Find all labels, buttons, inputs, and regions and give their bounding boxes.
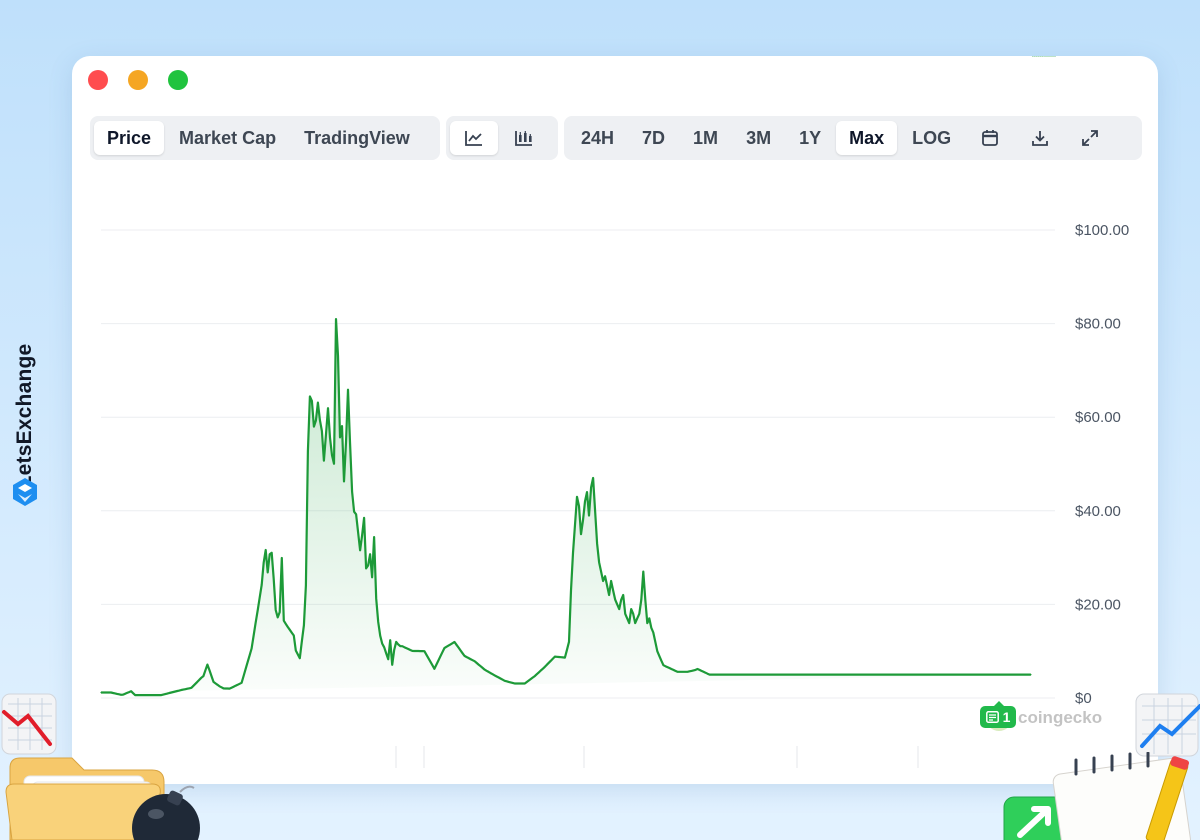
price-point [1046, 56, 1048, 57]
price-series-line[interactable] [101, 318, 1031, 697]
price-point [1038, 56, 1040, 57]
y-tick-label: $40.00 [1075, 503, 1121, 520]
news-count: 1 [1002, 709, 1011, 725]
brand-name: LetsExchange [13, 343, 36, 489]
price-point [1032, 56, 1034, 57]
price-point [1040, 56, 1042, 57]
price-chart[interactable]: $0$20.00$40.00$60.00$80.00$100.00 [72, 56, 1158, 784]
y-tick-label: $60.00 [1075, 409, 1121, 426]
chart-window: Price Market Cap TradingView 24H 7D 1M 3… [72, 56, 1158, 784]
y-tick-label: $80.00 [1075, 316, 1121, 333]
news-badge[interactable]: 1 [980, 701, 1016, 728]
bomb-sticker-icon [132, 785, 200, 840]
price-point [1036, 56, 1038, 57]
price-point [1048, 56, 1050, 57]
news-icon [985, 711, 999, 723]
y-tick-label: $100.00 [1075, 222, 1129, 239]
notepad-pencil-sticker-icon [1052, 752, 1191, 840]
price-point [1042, 56, 1044, 57]
y-axis: $0$20.00$40.00$60.00$80.00$100.00 [1075, 222, 1129, 707]
price-point [1044, 56, 1046, 57]
x-axis-ticks [395, 746, 919, 768]
price-area-fill [101, 319, 1031, 696]
y-tick-label: $20.00 [1075, 596, 1121, 613]
price-point [1050, 56, 1052, 57]
chart-up-sticker-icon [1135, 693, 1200, 757]
price-point [1054, 56, 1056, 57]
brand-vertical: LetsExchange [8, 320, 42, 520]
watermark-text: coingecko [1018, 708, 1103, 727]
price-point [1034, 56, 1036, 57]
letsexchange-logo-icon [13, 478, 37, 506]
price-point [1052, 56, 1054, 57]
